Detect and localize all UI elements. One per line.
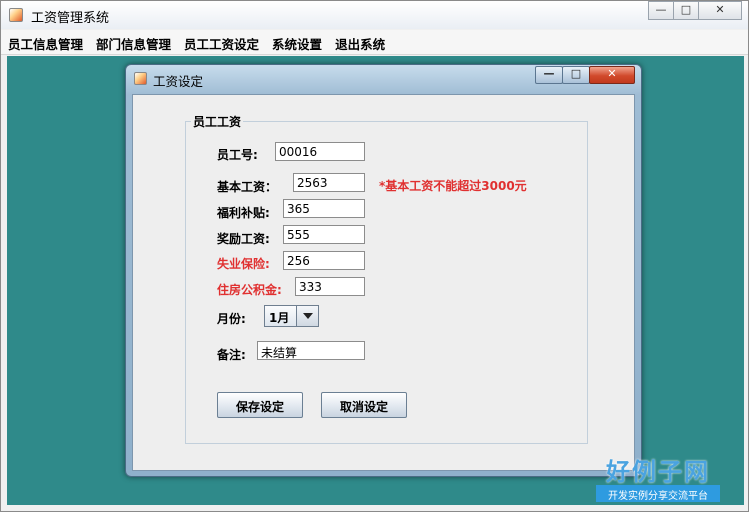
watermark-logo: 好例子网 开发实例分享交流平台 (596, 452, 720, 504)
java-cup-icon (134, 72, 147, 85)
housing-fund-label: 住房公积金: (217, 283, 282, 297)
salary-dialog: 工资设定 — □ ✕ 员工工资 员工号: 00016 基本工资： 2563 *基… (125, 64, 642, 477)
save-button[interactable]: 保存设定 (217, 392, 303, 418)
month-value: 1月 (269, 311, 290, 325)
group-title: 员工工资 (191, 113, 244, 130)
close-icon: ✕ (715, 3, 725, 16)
maximize-icon: □ (570, 67, 582, 80)
salary-group: 员工工资 员工号: 00016 基本工资： 2563 *基本工资不能超过3000… (185, 113, 588, 444)
month-label: 月份: (217, 312, 246, 326)
menu-salary-setting[interactable]: 员工工资设定 (177, 30, 265, 55)
bonus-label: 奖励工资: (217, 232, 270, 246)
welfare-field[interactable]: 365 (283, 199, 365, 218)
welfare-label: 福利补贴: (217, 206, 270, 220)
dialog-content: 员工工资 员工号: 00016 基本工资： 2563 *基本工资不能超过3000… (132, 94, 635, 471)
housing-fund-field[interactable]: 333 (295, 277, 365, 296)
dialog-title: 工资设定 (153, 74, 204, 89)
window-title: 工资管理系统 (31, 11, 110, 26)
base-salary-field[interactable]: 2563 (293, 173, 365, 192)
window-controls: — □ ✕ (648, 1, 742, 21)
minimize-icon: — (543, 67, 555, 80)
base-salary-warning: *基本工资不能超过3000元 (379, 179, 527, 193)
base-salary-label: 基本工资： (217, 180, 278, 194)
close-button[interactable]: ✕ (698, 1, 742, 20)
title-bar: 工资管理系统 — □ ✕ (1, 1, 748, 29)
close-icon: ✕ (607, 67, 617, 80)
unemployment-label: 失业保险: (217, 257, 270, 271)
minimize-icon: — (655, 3, 667, 16)
menu-department-info[interactable]: 部门信息管理 (89, 30, 177, 55)
unemployment-field[interactable]: 256 (283, 251, 365, 270)
java-cup-icon (9, 8, 23, 22)
month-select[interactable]: 1月 (264, 305, 319, 327)
logo-title: 好例子网 (606, 457, 710, 486)
dialog-close-button[interactable]: ✕ (589, 66, 635, 84)
remark-label: 备注: (217, 348, 246, 362)
minimize-button[interactable]: — (648, 1, 674, 20)
remark-field[interactable]: 未结算 (257, 341, 365, 360)
menu-bar: 员工信息管理 部门信息管理 员工工资设定 系统设置 退出系统 (1, 30, 748, 55)
menu-employee-info[interactable]: 员工信息管理 (1, 30, 89, 55)
menu-exit-system[interactable]: 退出系统 (328, 30, 391, 55)
logo-subtitle: 开发实例分享交流平台 (596, 485, 720, 502)
dialog-minimize-button[interactable]: — (535, 66, 563, 84)
employee-id-label: 员工号: (217, 148, 258, 162)
dialog-controls: — □ ✕ (535, 66, 635, 84)
bonus-field[interactable]: 555 (283, 225, 365, 244)
employee-id-field[interactable]: 00016 (275, 142, 365, 161)
cancel-button[interactable]: 取消设定 (321, 392, 407, 418)
maximize-icon: □ (680, 3, 692, 16)
maximize-button[interactable]: □ (673, 1, 699, 20)
dropdown-arrow-icon[interactable] (296, 306, 318, 326)
menu-system-settings[interactable]: 系统设置 (265, 30, 328, 55)
dialog-maximize-button[interactable]: □ (562, 66, 590, 84)
